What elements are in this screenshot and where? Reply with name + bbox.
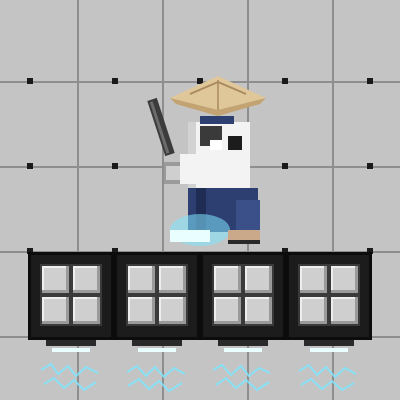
- block-cell: [73, 266, 100, 293]
- block-cell: [214, 297, 241, 324]
- block-cell: [331, 297, 358, 324]
- straw-hat-icon: [170, 76, 266, 116]
- grid-dot: [112, 163, 118, 169]
- block-inner: [126, 264, 188, 326]
- block-cell: [128, 297, 155, 324]
- block-cell: [159, 266, 186, 293]
- block-inner: [298, 264, 360, 326]
- sword-icon: [147, 97, 175, 157]
- block-cell: [300, 266, 327, 293]
- block-inner: [40, 264, 102, 326]
- block-cell: [300, 297, 327, 324]
- block-cell: [73, 297, 100, 324]
- block-cell: [245, 297, 272, 324]
- block-cell: [42, 266, 69, 293]
- block-inner: [212, 264, 274, 326]
- energy-glow-icon: [40, 340, 99, 392]
- energy-glow-icon: [126, 340, 186, 393]
- platform-block: [28, 252, 114, 340]
- platform-block: [114, 252, 200, 340]
- platform-block: [286, 252, 372, 340]
- grid-dot: [282, 163, 288, 169]
- block-cell: [42, 297, 69, 324]
- game-scene: [0, 0, 400, 400]
- samurai-character-icon[interactable]: [140, 70, 280, 255]
- block-cell: [331, 266, 358, 293]
- block-cell: [214, 266, 241, 293]
- energy-glow-icon: [212, 340, 271, 392]
- block-cell: [245, 266, 272, 293]
- grid-dot: [367, 163, 373, 169]
- platform-block: [200, 252, 286, 340]
- grid-dot: [27, 78, 33, 84]
- grid-dot: [367, 78, 373, 84]
- energy-glow-icon: [298, 340, 357, 392]
- grid-dot: [282, 78, 288, 84]
- block-cell: [128, 266, 155, 293]
- block-cell: [159, 297, 186, 324]
- stone-platform: [28, 252, 372, 344]
- grid-dot: [27, 163, 33, 169]
- grid-dot: [112, 78, 118, 84]
